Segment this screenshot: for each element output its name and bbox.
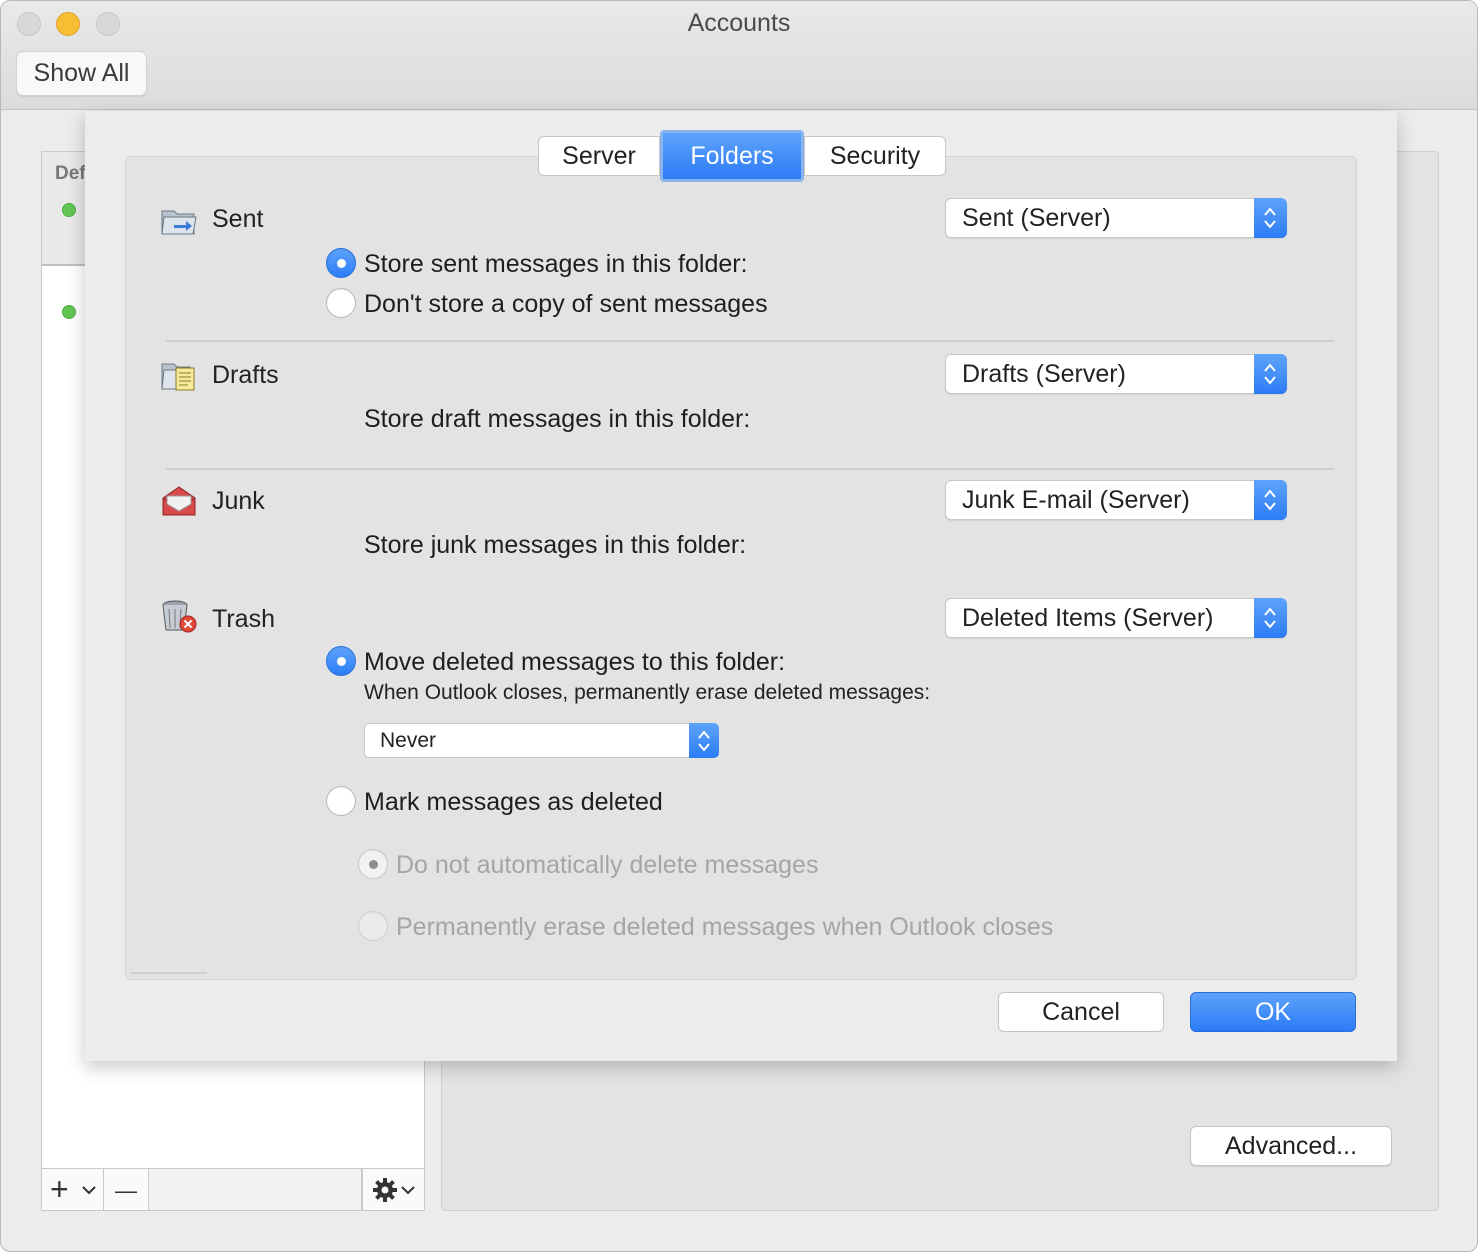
advanced-button[interactable]: Advanced...	[1190, 1126, 1392, 1166]
account-actions-button[interactable]	[362, 1169, 426, 1210]
remove-account-button[interactable]: —	[104, 1169, 149, 1210]
section-divider	[166, 468, 1334, 470]
sent-folder-value: Sent (Server)	[962, 204, 1111, 232]
sent-folder-popup[interactable]: Sent (Server)	[945, 198, 1287, 238]
sent-label: Sent	[212, 205, 264, 233]
drafts-folder-value: Drafts (Server)	[962, 360, 1126, 388]
dont-store-sent-label: Don't store a copy of sent messages	[364, 290, 768, 318]
folders-group-box: Sent Sent (Server) Store sent messages i…	[125, 156, 1357, 980]
junk-folder-popup[interactable]: Junk E-mail (Server)	[945, 480, 1287, 520]
chevron-down-icon	[401, 1186, 415, 1195]
drafts-description: Store draft messages in this folder:	[364, 405, 751, 433]
account-list-toolbar: + —	[42, 1168, 424, 1210]
popup-stepper-icon	[1254, 354, 1287, 394]
drafts-folder-icon	[161, 363, 195, 391]
trash-label: Trash	[212, 605, 275, 633]
popup-stepper-icon	[1254, 598, 1287, 638]
gear-icon	[373, 1178, 397, 1202]
junk-label: Junk	[212, 487, 265, 515]
window-title: Accounts	[687, 9, 791, 37]
no-auto-delete-radio[interactable]	[358, 849, 388, 879]
plus-icon: +	[50, 1171, 69, 1207]
tab-security[interactable]: Security	[804, 136, 946, 176]
erase-schedule-popup[interactable]: Never	[364, 723, 719, 758]
add-account-button[interactable]: +	[42, 1169, 104, 1210]
status-online-icon	[62, 203, 76, 217]
popup-stepper-icon	[1254, 198, 1287, 238]
erase-schedule-value: Never	[380, 729, 437, 752]
show-all-button[interactable]: Show All	[16, 51, 147, 96]
mark-deleted-radio[interactable]	[326, 786, 356, 816]
move-deleted-radio[interactable]	[326, 646, 356, 676]
tab-bar: Server Folders Security	[538, 130, 946, 182]
mark-deleted-label: Mark messages as deleted	[364, 788, 663, 816]
dont-store-sent-radio[interactable]	[326, 288, 356, 318]
popup-stepper-icon	[689, 723, 719, 758]
move-deleted-label: Move deleted messages to this folder:	[364, 648, 786, 676]
drafts-label: Drafts	[212, 361, 279, 389]
title-bar: Accounts Show All	[1, 1, 1477, 110]
junk-folder-value: Junk E-mail (Server)	[962, 486, 1190, 514]
toolbar-spacer	[149, 1169, 362, 1210]
divider	[131, 972, 207, 974]
minus-icon: —	[115, 1178, 137, 1203]
drafts-folder-popup[interactable]: Drafts (Server)	[945, 354, 1287, 394]
erase-note: When Outlook closes, permanently erase d…	[364, 681, 931, 704]
trash-icon	[162, 600, 197, 633]
account-list-header-label: Def	[55, 163, 86, 184]
tab-folders[interactable]: Folders	[660, 130, 804, 182]
section-divider	[166, 340, 1334, 342]
ok-button[interactable]: OK	[1190, 992, 1356, 1032]
trash-folder-value: Deleted Items (Server)	[962, 604, 1214, 632]
status-online-icon	[62, 305, 76, 319]
popup-stepper-icon	[1254, 480, 1287, 520]
accounts-window: Accounts Show All Def + — Advanced... Se…	[0, 0, 1478, 1252]
store-sent-label: Store sent messages in this folder:	[364, 250, 748, 278]
erase-on-close-radio[interactable]	[358, 911, 388, 941]
sent-folder-icon	[161, 210, 197, 235]
chevron-down-icon	[82, 1186, 96, 1195]
no-auto-delete-label: Do not automatically delete messages	[396, 851, 819, 879]
junk-mail-icon	[162, 486, 196, 516]
cancel-button[interactable]: Cancel	[998, 992, 1164, 1032]
store-sent-radio[interactable]	[326, 248, 356, 278]
junk-description: Store junk messages in this folder:	[364, 531, 747, 559]
folders-sheet: Server Folders Security Sent Sent (Serve…	[85, 111, 1397, 1061]
erase-on-close-label: Permanently erase deleted messages when …	[396, 913, 1054, 941]
trash-folder-popup[interactable]: Deleted Items (Server)	[945, 598, 1287, 638]
tab-server[interactable]: Server	[538, 136, 660, 176]
